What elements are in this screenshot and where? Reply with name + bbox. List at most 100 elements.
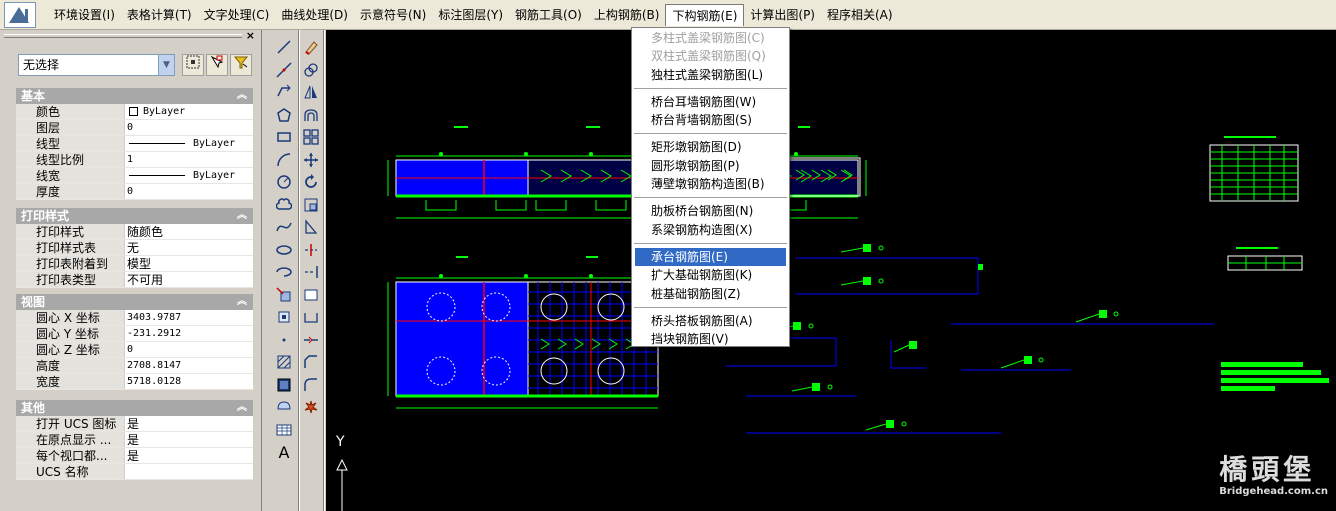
property-row[interactable]: 在原点显示 ... 是 — [16, 432, 253, 448]
offset-icon[interactable] — [300, 104, 322, 126]
rectangle-icon[interactable] — [273, 126, 295, 148]
insert-block-icon[interactable] — [273, 284, 295, 306]
section-header[interactable]: 视图 ︽ — [16, 294, 253, 310]
text-icon[interactable]: A — [273, 441, 295, 463]
array-icon[interactable] — [300, 126, 322, 148]
dropdown-menu-item[interactable]: 肋板桥台钢筋图(N) — [632, 202, 789, 220]
property-value[interactable]: 1 — [124, 152, 253, 167]
dropdown-menu-item[interactable]: 薄壁墩钢筋构造图(B) — [632, 175, 789, 193]
dropdown-menu-item[interactable]: 挡块钢筋图(V) — [632, 330, 789, 348]
property-value[interactable]: 0 — [124, 120, 253, 135]
menu-item[interactable]: 示意符号(N) — [354, 4, 432, 26]
extend-icon[interactable] — [300, 261, 322, 283]
property-value[interactable]: 无 — [124, 240, 253, 255]
make-block-icon[interactable] — [273, 306, 295, 328]
property-row[interactable]: 圆心 X 坐标 3403.9787 — [16, 310, 253, 326]
property-row[interactable]: UCS 名称 — [16, 464, 253, 480]
property-value[interactable]: -231.2912 — [124, 326, 253, 341]
menu-item[interactable]: 文字处理(C) — [198, 4, 276, 26]
polygon-icon[interactable] — [273, 104, 295, 126]
property-value[interactable]: ByLayer — [124, 168, 253, 183]
property-row[interactable]: 线型 ByLayer — [16, 136, 253, 152]
menu-item[interactable]: 曲线处理(D) — [275, 4, 354, 26]
property-row[interactable]: 打印样式 随颜色 — [16, 224, 253, 240]
dropdown-menu-item[interactable]: 桥头搭板钢筋图(A) — [632, 312, 789, 330]
property-row[interactable]: 打印表附着到 模型 — [16, 256, 253, 272]
property-value[interactable] — [124, 464, 253, 479]
toggle-pickadd-button[interactable] — [182, 54, 204, 76]
property-value[interactable]: 是 — [124, 432, 253, 447]
app-logo-icon[interactable] — [4, 1, 36, 28]
spline-icon[interactable] — [273, 216, 295, 238]
arc-icon[interactable] — [273, 149, 295, 171]
move-icon[interactable] — [300, 149, 322, 171]
property-row[interactable]: 每个视口都... 是 — [16, 448, 253, 464]
trim-icon[interactable] — [300, 239, 322, 261]
ellipse-icon[interactable] — [273, 239, 295, 261]
menu-item[interactable]: 计算出图(P) — [744, 4, 821, 26]
stretch-icon[interactable] — [300, 216, 322, 238]
mirror-icon[interactable] — [300, 81, 322, 103]
property-row[interactable]: 打印样式表无 — [16, 240, 253, 256]
break-icon[interactable] — [300, 306, 322, 328]
menu-item[interactable]: 上构钢筋(B) — [588, 4, 666, 26]
property-row[interactable]: 线宽 ByLayer — [16, 168, 253, 184]
section-header[interactable]: 其他 ︽ — [16, 400, 253, 416]
polyline-icon[interactable] — [273, 81, 295, 103]
property-row[interactable]: 高度 2708.8147 — [16, 358, 253, 374]
drawing-canvas[interactable]: Y 橋頭堡 Bridgehead.com.cn — [326, 30, 1336, 511]
erase-icon[interactable] — [300, 36, 322, 58]
property-value[interactable]: 不可用 — [124, 272, 253, 287]
collapse-icon[interactable]: ︽ — [237, 208, 247, 224]
menu-item[interactable]: 表格计算(T) — [121, 4, 198, 26]
section-header[interactable]: 基本 ︽ — [16, 88, 253, 104]
menu-item[interactable]: 下构钢筋(E) — [665, 3, 745, 26]
selection-dropdown[interactable]: 无选择 ▼ — [18, 54, 175, 76]
property-value[interactable]: ByLayer — [124, 104, 253, 119]
property-row[interactable]: 打印表类型 不可用 — [16, 272, 253, 288]
property-value[interactable]: 2708.8147 — [124, 358, 253, 373]
close-icon[interactable]: × — [246, 29, 255, 42]
property-row[interactable]: 图层 0 — [16, 120, 253, 136]
property-row[interactable]: 圆心 Y 坐标 -231.2912 — [16, 326, 253, 342]
property-row[interactable]: 圆心 Z 坐标 0 — [16, 342, 253, 358]
dropdown-menu-item[interactable]: 桩基础钢筋图(Z) — [632, 285, 789, 303]
region-icon[interactable] — [273, 396, 295, 418]
property-row[interactable]: 宽度 5718.0128 — [16, 374, 253, 390]
menu-item[interactable]: 标注图层(Y) — [432, 4, 509, 26]
fillet-icon[interactable] — [300, 374, 322, 396]
dropdown-menu-item[interactable]: 系梁钢筋构造图(X) — [632, 221, 789, 239]
line-icon[interactable] — [273, 36, 295, 58]
break-at-point-icon[interactable] — [300, 284, 322, 306]
property-value[interactable]: 0 — [124, 342, 253, 357]
quick-select-button[interactable] — [230, 54, 252, 76]
property-value[interactable]: 是 — [124, 448, 253, 463]
circle-icon[interactable] — [273, 171, 295, 193]
section-header[interactable]: 打印样式 ︽ — [16, 208, 253, 224]
dropdown-menu-item[interactable]: 桥台背墙钢筋图(S) — [632, 111, 789, 129]
collapse-icon[interactable]: ︽ — [237, 400, 247, 416]
property-value[interactable]: 模型 — [124, 256, 253, 271]
construction-line-icon[interactable] — [273, 59, 295, 81]
explode-icon[interactable] — [300, 396, 322, 418]
property-value[interactable]: 0 — [124, 184, 253, 199]
panel-title-bar[interactable]: × — [0, 29, 261, 42]
menu-item[interactable]: 钢筋工具(O) — [509, 4, 588, 26]
join-icon[interactable] — [300, 329, 322, 351]
property-value[interactable]: ByLayer — [124, 136, 253, 151]
dropdown-menu-item[interactable]: 独柱式盖梁钢筋图(L) — [632, 66, 789, 84]
menu-item[interactable]: 环境设置(I) — [48, 4, 121, 26]
point-icon[interactable] — [273, 329, 295, 351]
property-value[interactable]: 是 — [124, 416, 253, 431]
dropdown-menu-item[interactable]: 扩大基础钢筋图(K) — [632, 266, 789, 284]
collapse-icon[interactable]: ︽ — [237, 88, 247, 104]
property-value[interactable]: 随颜色 — [124, 224, 253, 239]
table-icon[interactable] — [273, 419, 295, 441]
property-value[interactable]: 3403.9787 — [124, 310, 253, 325]
dropdown-menu-item[interactable]: 桥台耳墙钢筋图(W) — [632, 93, 789, 111]
hatch-icon[interactable] — [273, 351, 295, 373]
property-row[interactable]: 厚度 0 — [16, 184, 253, 200]
menu-item[interactable]: 程序相关(A) — [821, 4, 899, 26]
revision-cloud-icon[interactable] — [273, 194, 295, 216]
property-value[interactable]: 5718.0128 — [124, 374, 253, 389]
